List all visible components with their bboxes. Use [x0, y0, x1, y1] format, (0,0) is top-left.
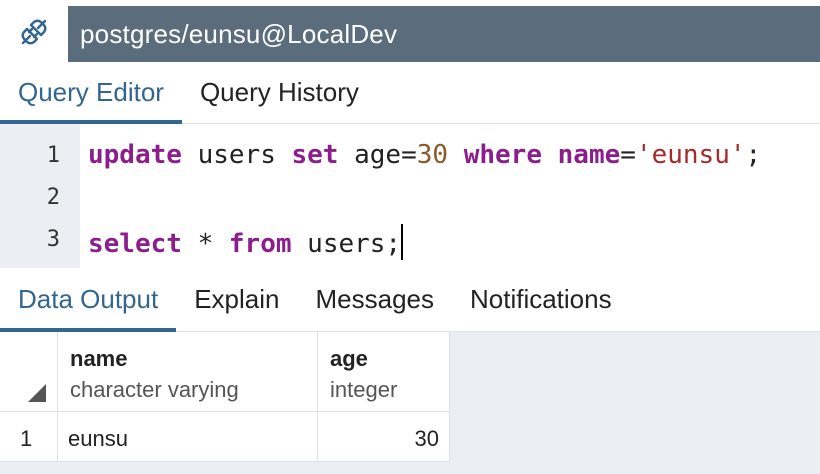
code-text: *: [181, 229, 229, 259]
editor-tabs: Query Editor Query History: [0, 62, 820, 124]
connection-status-button[interactable]: [0, 6, 68, 62]
keyword: update: [88, 140, 182, 170]
code-line-3: select * from users;: [88, 224, 404, 260]
code-text: users;: [291, 229, 402, 259]
keyword: from: [228, 229, 292, 259]
row-header[interactable]: 1: [0, 412, 58, 462]
connection-bar: postgres/eunsu@LocalDev: [0, 6, 820, 62]
keyword: name: [557, 140, 621, 170]
select-all-corner[interactable]: [0, 332, 58, 412]
tab-query-editor[interactable]: Query Editor: [0, 62, 182, 124]
line-number: 3: [46, 227, 60, 252]
code-text: ;: [745, 140, 762, 170]
connection-plug-icon: [17, 15, 51, 54]
cell-value: 30: [414, 426, 439, 451]
column-name: name: [70, 346, 128, 371]
keyword: select: [88, 229, 182, 259]
tab-query-history[interactable]: Query History: [182, 62, 377, 123]
code-line-1: update users set age=30 where name='euns…: [88, 140, 761, 170]
row-number: 1: [20, 426, 33, 451]
connection-title-area[interactable]: postgres/eunsu@LocalDev: [68, 6, 820, 62]
code-text: age=: [338, 140, 417, 170]
column-header-name[interactable]: name character varying: [58, 332, 318, 412]
results-grid: name character varying age integer 1 eun…: [0, 332, 820, 474]
column-type: integer: [330, 377, 398, 402]
sql-editor[interactable]: 1 2 3 update users set age=30 where name…: [0, 124, 820, 268]
code-text: =: [620, 140, 636, 170]
table-cell[interactable]: eunsu: [58, 412, 318, 462]
keyword: where: [463, 140, 542, 170]
column-type: character varying: [70, 377, 239, 402]
string-literal: 'eunsu': [635, 140, 746, 170]
tab-explain[interactable]: Explain: [176, 268, 297, 331]
select-all-icon: [28, 384, 46, 402]
connection-title: postgres/eunsu@LocalDev: [80, 18, 398, 49]
line-number: 2: [46, 185, 60, 210]
output-tabs: Data Output Explain Messages Notificatio…: [0, 268, 820, 332]
line-number: 1: [46, 143, 60, 168]
keyword: set: [291, 140, 339, 170]
tab-messages[interactable]: Messages: [297, 268, 452, 331]
code-text: users: [181, 140, 292, 170]
tab-data-output[interactable]: Data Output: [0, 268, 177, 332]
tab-notifications[interactable]: Notifications: [452, 268, 630, 331]
table-cell[interactable]: 30: [318, 412, 450, 462]
line-number-gutter: 1 2 3: [0, 124, 80, 268]
cell-value: eunsu: [68, 426, 128, 451]
number-literal: 30: [416, 140, 449, 170]
text-cursor: [401, 224, 404, 260]
column-name: age: [330, 346, 368, 371]
column-header-age[interactable]: age integer: [318, 332, 450, 412]
